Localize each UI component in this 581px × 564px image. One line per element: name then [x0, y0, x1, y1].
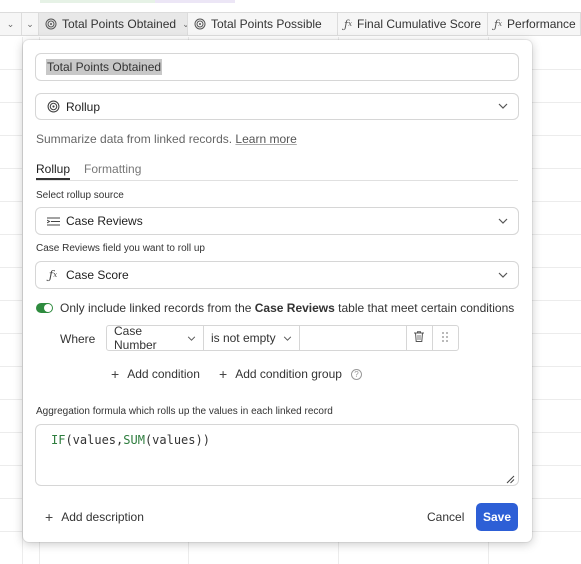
add-description-button[interactable]: + Add description: [45, 510, 144, 524]
rollup-icon: [194, 18, 206, 30]
rollup-source-value: Case Reviews: [66, 214, 143, 228]
drag-handle[interactable]: [433, 326, 459, 350]
add-condition-group-button[interactable]: + Add condition group ?: [219, 367, 362, 381]
learn-more-link[interactable]: Learn more: [235, 132, 296, 146]
column-header-row: ⌄ ⌄ Total Points Obtained ⌄ Total Points…: [0, 12, 581, 36]
formula-function: SUM: [123, 433, 145, 447]
formula-text: (values,: [65, 433, 124, 447]
condition-toggle[interactable]: [36, 303, 53, 313]
toggle-table-name: Case Reviews: [254, 301, 335, 315]
field-type-select[interactable]: Rollup: [35, 93, 519, 120]
cancel-button[interactable]: Cancel: [419, 503, 472, 531]
tab-rollup[interactable]: Rollup: [36, 162, 71, 180]
column-header-label: Performance R: [507, 17, 581, 31]
condition-field-select[interactable]: Case Number: [107, 324, 204, 352]
trash-icon: [414, 331, 425, 345]
column-header-total-points-obtained[interactable]: Total Points Obtained ⌄: [39, 13, 188, 35]
rollup-icon: [46, 100, 60, 114]
add-condition-group-label: Add condition group: [235, 367, 342, 381]
toggle-text-prefix: Only include linked records from the: [60, 301, 252, 315]
chevron-down-icon: [181, 333, 196, 343]
chevron-down-icon: [498, 101, 508, 112]
toggle-text-suffix: table that meet certain conditions: [338, 301, 515, 315]
column-header-performance[interactable]: ƒx Performance R: [488, 13, 581, 35]
chevron-down-icon: ⌄: [6, 18, 15, 29]
chevron-down-icon: [277, 333, 292, 343]
field-name-value: Total Points Obtained: [46, 59, 163, 75]
rollup-field-label: Case Reviews field you want to roll up: [36, 243, 205, 254]
add-description-label: Add description: [61, 510, 144, 524]
chevron-down-icon: ⌄: [26, 18, 34, 29]
chevron-down-icon: ⌄: [481, 19, 487, 30]
formula-function: IF: [51, 433, 66, 447]
tab-formatting[interactable]: Formatting: [84, 162, 141, 180]
condition-field-value: Case Number: [114, 324, 157, 352]
rollup-field-select[interactable]: ƒx Case Score: [35, 261, 519, 289]
formula-text: (values)): [144, 433, 210, 447]
field-type-description: Summarize data from linked records. Lear…: [36, 132, 297, 146]
column-header-label: Final Cumulative Score: [357, 17, 482, 31]
chevron-down-icon: [498, 270, 508, 281]
field-type-value: Rollup: [66, 99, 101, 114]
chevron-down-icon: ⌄: [176, 19, 187, 30]
column-stub[interactable]: ⌄: [22, 13, 39, 35]
rollup-source-label: Select rollup source: [36, 190, 124, 201]
aggregation-formula-editor[interactable]: IF(values,SUM(values)): [35, 424, 519, 486]
column-header-label: Total Points Obtained: [62, 17, 177, 31]
condition-value-input[interactable]: [300, 326, 407, 350]
delete-condition-button[interactable]: [407, 326, 433, 350]
save-button[interactable]: Save: [476, 503, 518, 531]
rollup-field-value: Case Score: [66, 268, 129, 282]
where-label: Where: [60, 332, 96, 346]
field-name-input[interactable]: Total Points Obtained: [35, 53, 519, 81]
formula-icon: ƒx: [494, 17, 503, 31]
rollup-source-select[interactable]: Case Reviews: [35, 207, 519, 235]
config-tabs: Rollup Formatting: [36, 162, 518, 181]
formula-icon: ƒx: [48, 268, 58, 282]
column-header-label: Total Points Possible: [211, 17, 322, 31]
field-config-dialog: Total Points Obtained Rollup Summarize d…: [23, 40, 532, 542]
chevron-down-icon: [498, 216, 508, 227]
plus-icon: +: [45, 509, 54, 525]
condition-operator-value: is not empty: [210, 331, 276, 345]
help-icon[interactable]: ?: [350, 368, 362, 380]
rollup-icon: [45, 18, 57, 30]
add-condition-button[interactable]: + Add condition: [111, 367, 200, 381]
formula-icon: ƒx: [344, 17, 353, 31]
description-text: Summarize data from linked records.: [36, 132, 233, 146]
resize-handle-icon[interactable]: [506, 473, 515, 484]
condition-toggle-row: Only include linked records from the Cas…: [36, 301, 514, 315]
plus-icon: +: [111, 366, 120, 382]
condition-operator-select[interactable]: is not empty: [204, 326, 300, 350]
aggregation-label: Aggregation formula which rolls up the v…: [36, 406, 333, 417]
column-stub[interactable]: ⌄: [0, 13, 22, 35]
column-header-final-cumulative-score[interactable]: ƒx Final Cumulative Score ⌄: [338, 13, 488, 35]
condition-row: Case Number is not empty: [106, 324, 459, 352]
column-header-total-points-possible[interactable]: Total Points Possible: [188, 13, 338, 35]
drag-handle-icon: [442, 331, 449, 345]
color-strip: [155, 0, 235, 3]
add-condition-label: Add condition: [127, 367, 200, 381]
plus-icon: +: [219, 366, 228, 382]
top-strip: [0, 0, 581, 12]
linked-records-icon: [46, 214, 60, 228]
